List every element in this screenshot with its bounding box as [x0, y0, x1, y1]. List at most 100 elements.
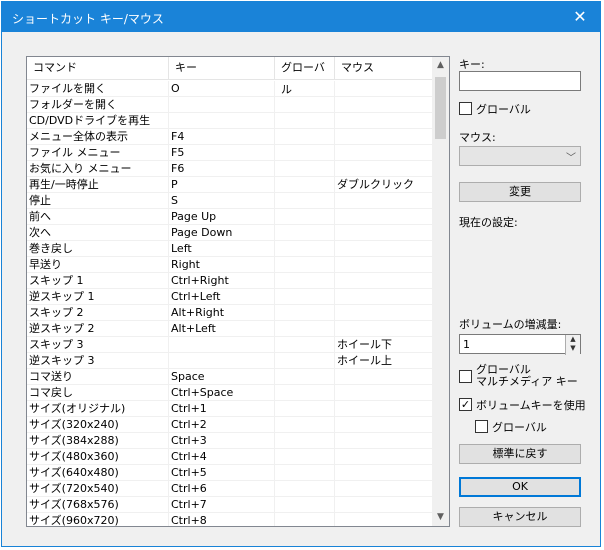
cell-command: フォルダーを開く — [27, 97, 169, 113]
table-row[interactable]: 逆スキップ 1 Ctrl+Left — [27, 289, 433, 305]
cell-mouse — [335, 241, 433, 257]
cell-global — [275, 81, 335, 97]
cell-command: 逆スキップ 1 — [27, 289, 169, 305]
reset-defaults-button[interactable]: 標準に戻す — [459, 444, 581, 464]
cell-command: 巻き戻し — [27, 241, 169, 257]
cell-key: Ctrl+2 — [169, 417, 275, 433]
table-row[interactable]: スキップ 1 Ctrl+Right — [27, 273, 433, 289]
scroll-down-icon[interactable]: ▼ — [432, 509, 449, 526]
scroll-thumb[interactable] — [435, 77, 446, 139]
cell-key: Page Up — [169, 209, 275, 225]
cell-key: Page Down — [169, 225, 275, 241]
cell-global — [275, 513, 335, 526]
spin-up-icon[interactable]: ▲ — [566, 335, 580, 344]
change-button[interactable]: 変更 — [459, 182, 581, 202]
cell-global — [275, 369, 335, 385]
ok-button[interactable]: OK — [459, 477, 581, 497]
table-row[interactable]: 逆スキップ 3 ホイール上 — [27, 353, 433, 369]
table-row[interactable]: サイズ(480x360) Ctrl+4 — [27, 449, 433, 465]
cell-command: コマ送り — [27, 369, 169, 385]
cell-global — [275, 353, 335, 369]
cell-mouse — [335, 497, 433, 513]
cell-key — [169, 337, 275, 353]
cell-global — [275, 321, 335, 337]
global-checkbox[interactable] — [459, 102, 472, 115]
list-scrollbar[interactable]: ▲ ▼ — [432, 57, 449, 526]
key-input[interactable] — [459, 71, 581, 91]
cancel-button[interactable]: キャンセル — [459, 507, 581, 527]
cell-command: 逆スキップ 2 — [27, 321, 169, 337]
column-header-mouse[interactable]: マウス — [335, 57, 433, 79]
table-row[interactable]: コマ戻し Ctrl+Space — [27, 385, 433, 401]
cell-mouse: ホイール下 — [335, 337, 433, 353]
table-row[interactable]: 再生/一時停止 P ダブルクリック — [27, 177, 433, 193]
global-multimedia-label-line2: マルチメディア キー — [476, 375, 578, 388]
cell-global — [275, 257, 335, 273]
cell-command: サイズ(720x540) — [27, 481, 169, 497]
spin-down-icon[interactable]: ▼ — [566, 344, 580, 353]
table-row[interactable]: サイズ(オリジナル) Ctrl+1 — [27, 401, 433, 417]
cell-key: Left — [169, 241, 275, 257]
table-row[interactable]: お気に入り メニュー F6 — [27, 161, 433, 177]
table-row[interactable]: スキップ 3 ホイール下 — [27, 337, 433, 353]
checkmark-icon: ✓ — [460, 398, 471, 411]
cell-mouse — [335, 417, 433, 433]
table-row[interactable]: コマ送り Space — [27, 369, 433, 385]
cell-command: サイズ(384x288) — [27, 433, 169, 449]
chevron-down-icon: ﹀ — [566, 153, 576, 164]
cell-command: CD/DVDドライブを再生 — [27, 113, 169, 129]
table-row[interactable]: フォルダーを開く — [27, 97, 433, 113]
table-row[interactable]: 逆スキップ 2 Alt+Left — [27, 321, 433, 337]
cell-command: スキップ 3 — [27, 337, 169, 353]
table-row[interactable]: 停止 S — [27, 193, 433, 209]
volume-global-checkbox[interactable] — [475, 420, 488, 433]
cell-mouse — [335, 433, 433, 449]
table-row[interactable]: サイズ(640x480) Ctrl+5 — [27, 465, 433, 481]
mouse-select[interactable]: ﹀ — [459, 146, 581, 166]
cell-key: O — [169, 81, 275, 97]
table-row[interactable]: サイズ(768x576) Ctrl+7 — [27, 497, 433, 513]
cell-global — [275, 497, 335, 513]
volume-step-value: 1 — [463, 338, 470, 351]
global-multimedia-checkbox[interactable] — [459, 370, 472, 383]
table-row[interactable]: サイズ(960x720) Ctrl+8 — [27, 513, 433, 526]
volume-step-spinner[interactable]: 1 ▲ ▼ — [459, 334, 581, 355]
column-header-global[interactable]: グローバル — [275, 57, 335, 96]
table-row[interactable]: メニュー全体の表示 F4 — [27, 129, 433, 145]
cell-mouse — [335, 161, 433, 177]
use-volume-keys-checkbox[interactable]: ✓ — [459, 398, 472, 411]
table-row[interactable]: 次へ Page Down — [27, 225, 433, 241]
table-row[interactable]: ファイル メニュー F5 — [27, 145, 433, 161]
cell-key: Ctrl+Left — [169, 289, 275, 305]
cell-key — [169, 97, 275, 113]
cell-key: Ctrl+Right — [169, 273, 275, 289]
shortcut-dialog: ショートカット キー/マウス ✕ コマンド キー グローバル マウス ファイルを… — [1, 1, 601, 547]
table-row[interactable]: サイズ(320x240) Ctrl+2 — [27, 417, 433, 433]
scroll-up-icon[interactable]: ▲ — [432, 57, 449, 74]
column-header-key[interactable]: キー — [169, 57, 275, 79]
command-list[interactable]: コマンド キー グローバル マウス ファイルを開く O フォルダーを開く CD/DVD… — [26, 56, 450, 527]
cell-key: F4 — [169, 129, 275, 145]
table-row[interactable]: サイズ(720x540) Ctrl+6 — [27, 481, 433, 497]
cell-key: P — [169, 177, 275, 193]
cell-global — [275, 449, 335, 465]
cell-mouse — [335, 273, 433, 289]
cell-global — [275, 177, 335, 193]
cell-global — [275, 417, 335, 433]
table-row[interactable]: 早送り Right — [27, 257, 433, 273]
cell-global — [275, 305, 335, 321]
cell-command: 停止 — [27, 193, 169, 209]
table-row[interactable]: サイズ(384x288) Ctrl+3 — [27, 433, 433, 449]
cell-mouse — [335, 145, 433, 161]
table-row[interactable]: スキップ 2 Alt+Right — [27, 305, 433, 321]
table-row[interactable]: ファイルを開く O — [27, 81, 433, 97]
cell-mouse — [335, 305, 433, 321]
close-icon[interactable]: ✕ — [570, 7, 590, 27]
table-row[interactable]: 前へ Page Up — [27, 209, 433, 225]
table-row[interactable]: 巻き戻し Left — [27, 241, 433, 257]
column-header-command[interactable]: コマンド — [27, 57, 169, 79]
table-row[interactable]: CD/DVDドライブを再生 — [27, 113, 433, 129]
title-bar[interactable]: ショートカット キー/マウス ✕ — [2, 2, 600, 32]
cell-key: Ctrl+5 — [169, 465, 275, 481]
cell-mouse — [335, 481, 433, 497]
